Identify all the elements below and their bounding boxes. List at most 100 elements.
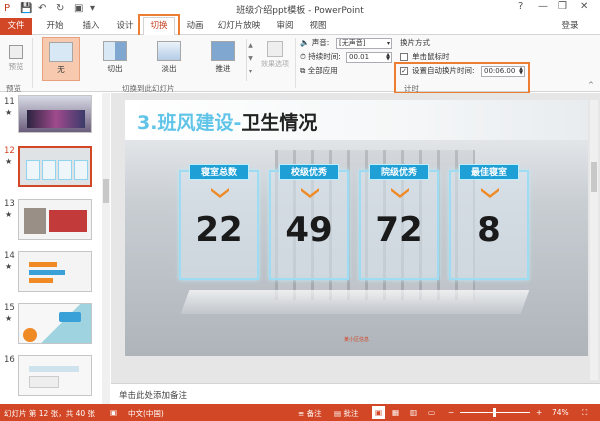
zoom-in-button[interactable]: +	[536, 408, 542, 417]
stat-card-college-excellent[interactable]: 院级优秀 72	[359, 164, 439, 280]
divider	[295, 38, 296, 88]
ribbon-tabs: 文件 开始 插入 设计 切换 动画 幻灯片放映 审阅 视图 登录	[0, 17, 600, 36]
collapse-ribbon-icon[interactable]: ^	[588, 81, 594, 89]
tab-insert[interactable]: 插入	[76, 18, 106, 35]
thumbnail-image	[27, 110, 85, 128]
slide-thumbnail-panel: 11 ★ 12 ★ 13 ★ 14 ★ 15 ★ 16	[0, 93, 110, 404]
tab-file[interactable]: 文件	[0, 18, 32, 35]
spinner-icon: ▲ ▼	[386, 52, 390, 62]
slide-thumbnail[interactable]	[18, 199, 92, 240]
gallery-scroll[interactable]: ▲ ▼ ▾	[246, 39, 254, 81]
slide-thumbnail[interactable]	[18, 355, 92, 396]
stat-card-value: 72	[375, 210, 423, 250]
sound-dropdown[interactable]: [无声音] ▾	[336, 38, 392, 49]
fit-slide-icon[interactable]: ⛶	[582, 408, 587, 418]
slideshow-view-icon[interactable]: ▭	[428, 408, 435, 417]
notes-pane[interactable]: 单击此处添加备注	[111, 383, 600, 404]
slide-number: 12	[4, 146, 15, 156]
thumbnail-badge	[59, 312, 81, 322]
on-click-checkbox[interactable]	[400, 53, 408, 61]
login-link[interactable]: 登录	[554, 18, 586, 35]
thumbnail-box	[29, 376, 59, 388]
tab-review[interactable]: 审阅	[270, 18, 300, 35]
slide-thumbnail[interactable]	[18, 251, 92, 292]
thumbnail-scrollbar[interactable]	[102, 93, 110, 404]
thumbnail-bar	[29, 262, 57, 267]
scrollbar-thumb[interactable]	[591, 162, 597, 192]
stat-card-label: 校级优秀	[279, 164, 339, 180]
thumbnail-circle	[23, 328, 37, 342]
sound-label-text: 声音:	[311, 38, 330, 47]
slide-sorter-icon[interactable]: ▦	[392, 408, 399, 417]
status-bar: 幻灯片 第 12 张，共 40 张 ▣ 中文(中国) ≡ 备注 ▤ 批注 ▣ ▦…	[0, 404, 600, 421]
transition-fade-label: 淡出	[161, 64, 177, 73]
apply-all-button[interactable]: ⧉ 全部应用	[300, 65, 338, 77]
duration-input[interactable]: 00.01 ▲ ▼	[346, 52, 392, 63]
current-slide[interactable]: 3.班风建设-卫生情况 寝室总数 22 校级优秀 49 院级优秀 72 最佳寝室…	[125, 100, 588, 356]
thumbnail-card	[42, 160, 56, 180]
transition-cut[interactable]: 切出	[96, 37, 134, 81]
zoom-slider[interactable]	[460, 408, 530, 417]
normal-view-icon[interactable]: ▣	[372, 406, 386, 419]
transition-none[interactable]: 无	[42, 37, 80, 81]
chevron-down-icon	[301, 188, 319, 198]
stat-card-value: 49	[285, 210, 333, 250]
effect-options-label: 效果选项	[261, 60, 289, 68]
thumbnail-card	[58, 160, 72, 180]
push-arrow-icon	[211, 41, 235, 61]
reading-view-icon[interactable]: ▥	[410, 408, 417, 417]
slide-title-prefix: 3.班风建设-	[137, 112, 242, 134]
slide-title-main: 卫生情况	[241, 112, 318, 134]
slide-thumbnail[interactable]	[18, 303, 92, 344]
preview-icon	[9, 45, 23, 59]
zoom-slider-thumb[interactable]	[493, 408, 496, 417]
zoom-out-button[interactable]: −	[448, 408, 454, 417]
slide-title[interactable]: 3.班风建设-卫生情况	[137, 108, 317, 135]
comments-button-label: 批注	[343, 409, 359, 418]
tab-view[interactable]: 视图	[303, 18, 333, 35]
stat-card-label: 院级优秀	[369, 164, 429, 180]
close-button[interactable]: ✕	[580, 1, 588, 12]
comments-button[interactable]: ▤ 批注	[334, 408, 358, 419]
stat-card-school-excellent[interactable]: 校级优秀 49	[269, 164, 349, 280]
transition-cut-icon	[103, 41, 127, 61]
language-indicator[interactable]: 中文(中国)	[128, 408, 164, 419]
transition-fade[interactable]: 淡出	[150, 37, 188, 81]
duration-label: ⏱ 持续时间:	[300, 52, 341, 61]
divider	[32, 38, 33, 88]
help-button[interactable]: ?	[518, 1, 523, 12]
zoom-level[interactable]: 74%	[552, 408, 569, 417]
transition-push[interactable]: 推进	[204, 37, 242, 81]
transition-fade-icon	[157, 41, 181, 61]
effect-options-button[interactable]: 效果选项	[258, 41, 292, 69]
transition-none-label: 无	[57, 65, 65, 74]
chevron-down-icon	[211, 188, 229, 198]
slide-thumbnail[interactable]	[18, 95, 92, 133]
restore-button[interactable]: ❐	[558, 1, 567, 12]
slide-thumbnail-selected[interactable]	[18, 146, 92, 187]
thumbnail-bar	[29, 366, 79, 372]
advance-title: 换片方式	[400, 38, 430, 47]
spellcheck-icon[interactable]: ▣	[110, 408, 117, 417]
stat-card-dorm-total[interactable]: 寝室总数 22	[179, 164, 259, 280]
scrollbar-thumb[interactable]	[103, 179, 109, 203]
tab-animations[interactable]: 动画	[180, 18, 210, 35]
minimize-button[interactable]: —	[538, 1, 548, 12]
stat-card-best-dorm[interactable]: 最佳寝室 8	[449, 164, 529, 280]
stat-card-label: 最佳寝室	[459, 164, 519, 180]
slide-number: 14	[4, 251, 15, 261]
stat-card-label: 寝室总数	[189, 164, 249, 180]
tab-design[interactable]: 设计	[110, 18, 140, 35]
tab-slideshow[interactable]: 幻灯片放映	[214, 18, 264, 35]
tab-home[interactable]: 开始	[40, 18, 70, 35]
slide-number: 15	[4, 303, 15, 313]
transition-star-icon: ★	[5, 157, 13, 166]
transition-star-icon: ★	[5, 262, 13, 271]
notes-button[interactable]: ≡ 备注	[298, 408, 322, 419]
window-title: 班级介绍ppt模板 - PowerPoint	[236, 6, 364, 16]
preview-button[interactable]: 预览	[4, 43, 28, 79]
transition-star-icon: ★	[5, 314, 13, 323]
apply-all-label: 全部应用	[307, 66, 338, 75]
chevron-down-icon	[481, 188, 499, 198]
main-vertical-scrollbar[interactable]	[590, 100, 598, 380]
